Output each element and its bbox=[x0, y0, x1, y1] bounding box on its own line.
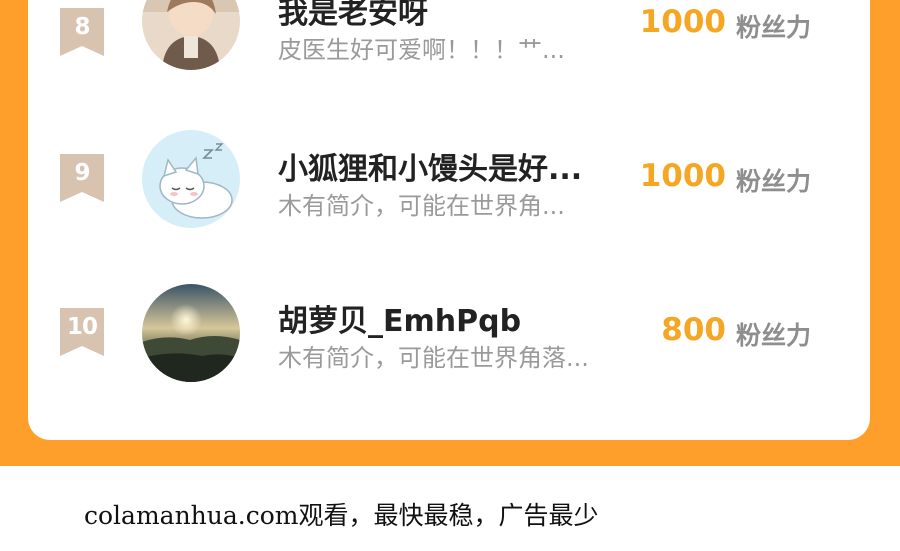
avatar[interactable] bbox=[142, 0, 240, 70]
rank-number: 9 bbox=[74, 160, 90, 186]
sleeping-white-cat-avatar-icon bbox=[142, 130, 240, 228]
user-bio: 木有简介，可能在世界角... bbox=[278, 192, 565, 220]
fan-power-unit: 粉丝力 bbox=[736, 13, 812, 42]
fan-power-score: 800 bbox=[661, 312, 726, 348]
fan-power-unit: 粉丝力 bbox=[736, 167, 812, 196]
ranking-card: 8 我是老安呀 皮医生好可爱啊！！！艹... 1000 粉丝力 9 小狐狸和小馒… bbox=[28, 0, 870, 440]
anime-character-avatar-icon bbox=[142, 0, 240, 70]
user-name[interactable]: 胡萝贝_EmhPqb bbox=[278, 296, 521, 340]
rank-number: 8 bbox=[74, 14, 90, 40]
list-item[interactable]: 8 我是老安呀 皮医生好可爱啊！！！艹... 1000 粉丝力 bbox=[28, 0, 870, 100]
user-bio: 木有简介，可能在世界角落... bbox=[278, 344, 589, 372]
sunset-landscape-avatar-icon bbox=[142, 284, 240, 382]
user-bio: 皮医生好可爱啊！！！艹... bbox=[278, 36, 565, 64]
fan-power-unit: 粉丝力 bbox=[736, 321, 812, 350]
fan-power-score: 1000 bbox=[639, 158, 726, 194]
avatar[interactable] bbox=[142, 130, 240, 228]
list-item[interactable]: 9 小狐狸和小馒头是好... 木有简介，可能在世界角... 1000 粉丝力 bbox=[28, 130, 870, 254]
fan-power-score: 1000 bbox=[639, 4, 726, 40]
rank-badge: 10 bbox=[60, 308, 104, 356]
user-name[interactable]: 我是老安呀 bbox=[278, 0, 428, 32]
user-name[interactable]: 小狐狸和小馒头是好... bbox=[278, 144, 582, 188]
rank-badge: 9 bbox=[60, 154, 104, 202]
rank-number: 10 bbox=[66, 314, 98, 340]
rank-badge: 8 bbox=[60, 8, 104, 56]
avatar[interactable] bbox=[142, 284, 240, 382]
list-item[interactable]: 10 胡萝贝_EmhPqb 木有简介，可能在世界角落... 800 粉丝力 bbox=[28, 284, 870, 408]
ranking-panel-frame: 8 我是老安呀 皮医生好可爱啊！！！艹... 1000 粉丝力 9 小狐狸和小馒… bbox=[0, 0, 900, 466]
watermark-text: colamanhua.com观看，最快最稳，广告最少 bbox=[84, 501, 599, 530]
